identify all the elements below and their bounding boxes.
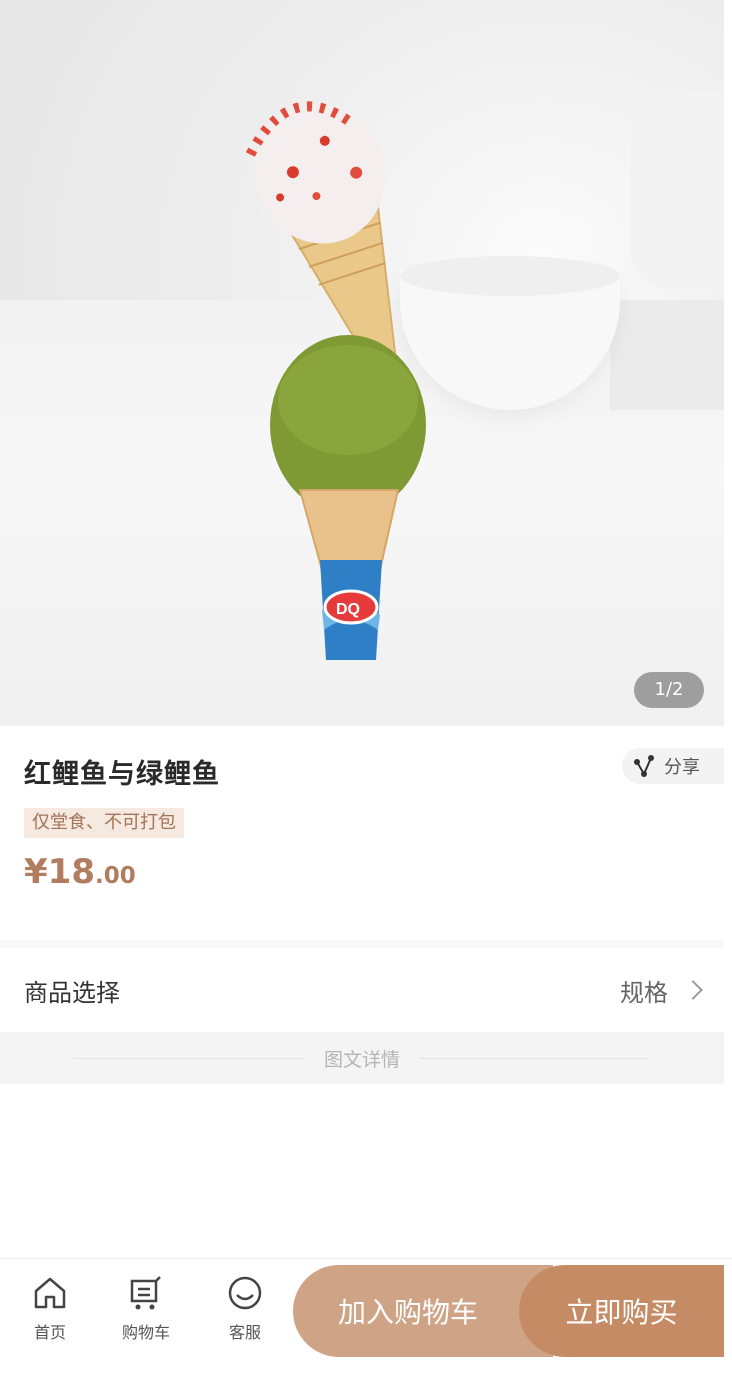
customer-service-icon [228, 1276, 262, 1310]
home-icon [34, 1277, 66, 1309]
product-image-gallery[interactable]: DQ 1/2 [0, 0, 724, 726]
nav-customer-service-label: 客服 [228, 1323, 261, 1342]
details-line-left [73, 1057, 304, 1059]
background-stand [610, 300, 724, 410]
nav-home-label: 首页 [33, 1323, 66, 1342]
share-icon [634, 755, 654, 777]
gallery-pager: 1/2 [634, 672, 704, 708]
share-label: 分享 [664, 757, 700, 778]
product-options-row[interactable]: 商品选择 规格 [0, 948, 724, 1032]
options-label: 商品选择 [24, 978, 120, 1007]
price-currency: ¥ [24, 852, 48, 892]
details-label: 图文详情 [323, 1048, 400, 1071]
buy-now-button[interactable]: 立即购买 [519, 1265, 724, 1357]
bottom-action-bar: 首页 购物车 客服 加入购物车 立即购买 [0, 1258, 732, 1378]
ice-cream-cone-image: DQ [245, 101, 426, 660]
share-button[interactable]: 分享 [622, 748, 724, 784]
svg-text:DQ: DQ [336, 601, 360, 618]
section-divider [0, 940, 724, 948]
cart-icon [130, 1276, 161, 1310]
price-decimal: .00 [95, 863, 136, 889]
product-title: 红鲤鱼与绿鲤鱼 [24, 759, 220, 790]
background-cup [630, 90, 724, 290]
price-integer: 18 [47, 852, 95, 892]
nav-home[interactable]: 首页 [10, 1273, 90, 1353]
nav-customer-service[interactable]: 客服 [205, 1273, 285, 1353]
options-value: 规格 [620, 978, 668, 1007]
add-to-cart-button[interactable]: 加入购物车 [293, 1265, 553, 1357]
dine-in-only-tag: 仅堂食、不可打包 [24, 808, 184, 838]
details-line-right [420, 1057, 650, 1059]
details-header: 图文详情 [0, 1032, 724, 1084]
nav-cart-label: 购物车 [121, 1323, 170, 1342]
nav-cart[interactable]: 购物车 [106, 1273, 186, 1353]
product-price: ¥18.00 [24, 852, 136, 892]
chevron-right-icon [683, 980, 703, 1000]
